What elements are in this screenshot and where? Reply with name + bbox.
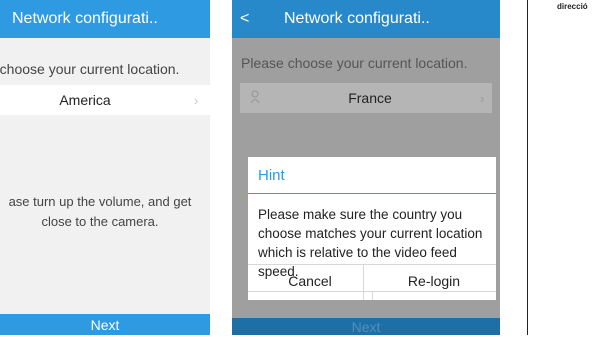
back-icon[interactable]: < <box>240 0 249 38</box>
left-location-value: America <box>59 92 111 108</box>
middle-location-value: France <box>348 90 392 106</box>
middle-next-button[interactable]: Next <box>232 318 500 335</box>
left-screen-body: e choose your current location. America … <box>0 38 210 335</box>
dialog-button-separator <box>372 291 373 300</box>
location-pin-icon <box>250 90 260 109</box>
dialog-button-top-divider <box>248 264 496 265</box>
dialog-message: Please make sure the country you choose … <box>258 207 483 279</box>
dialog-title-divider <box>248 193 496 194</box>
dialog-title: Hint <box>258 167 285 184</box>
middle-page-title: Network configurati.. <box>284 10 430 27</box>
chevron-right-icon: › <box>480 91 485 106</box>
right-panel-label: direcció <box>557 2 588 11</box>
middle-location-selector[interactable]: France › <box>240 83 492 113</box>
left-volume-line-2: close to the camera. <box>41 214 159 229</box>
cancel-button[interactable]: Cancel <box>248 273 372 289</box>
left-location-prompt: e choose your current location. <box>0 61 180 77</box>
left-title-bar: Network configurati.. <box>0 0 210 38</box>
relogin-button[interactable]: Re-login <box>372 273 496 289</box>
left-page-title: Network configurati.. <box>12 10 158 27</box>
chevron-right-icon: › <box>194 93 199 108</box>
dialog-button-vertical-divider <box>363 265 364 300</box>
left-volume-instruction: ase turn up the volume, and get close to… <box>0 192 210 232</box>
left-next-button[interactable]: Next <box>0 314 210 335</box>
middle-location-prompt: Please choose your current location. <box>241 55 468 71</box>
left-volume-line-1: ase turn up the volume, and get <box>8 194 192 209</box>
panel-divider <box>527 0 528 335</box>
left-location-selector[interactable]: America › <box>0 85 210 115</box>
middle-title-bar: < Network configurati.. <box>232 0 500 38</box>
